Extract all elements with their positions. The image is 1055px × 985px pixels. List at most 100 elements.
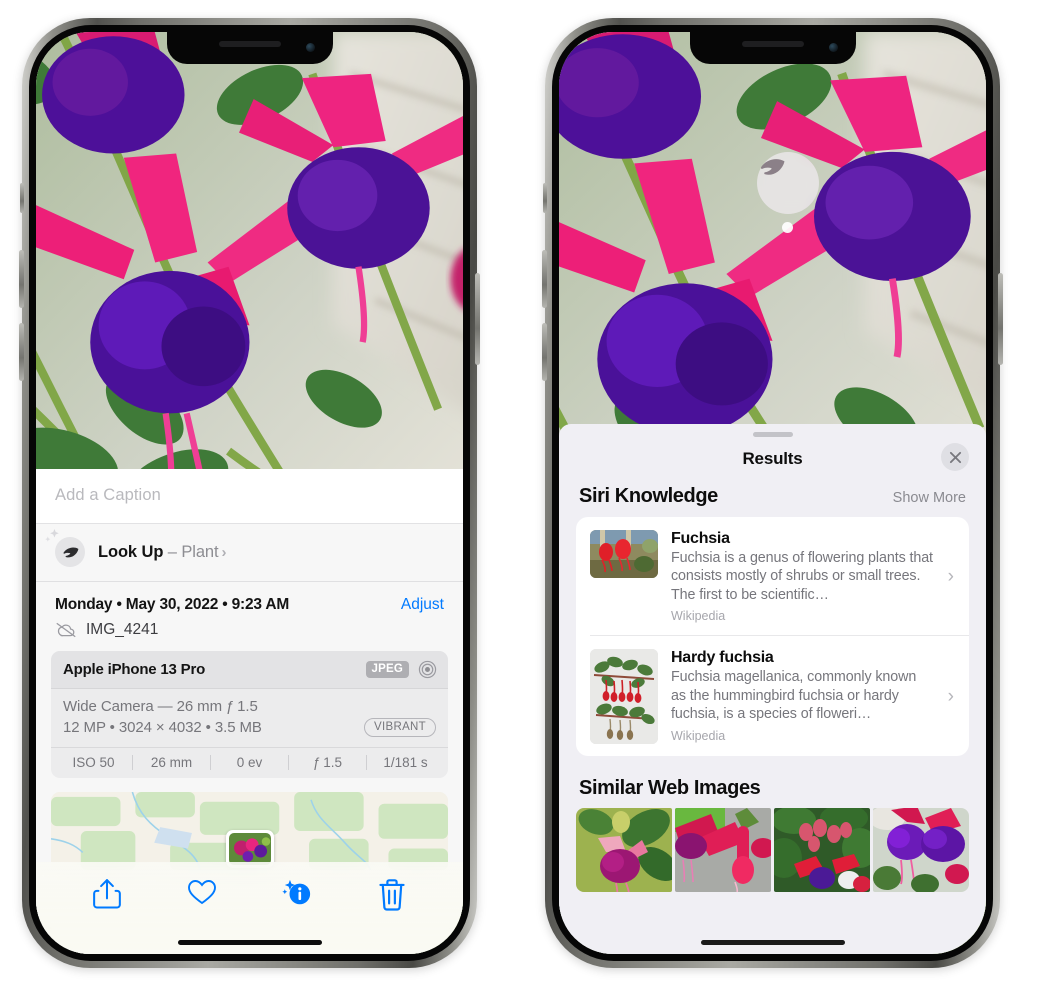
delete-button[interactable] [377,878,407,911]
share-button[interactable] [92,878,122,910]
silent-switch[interactable] [543,183,547,213]
volume-down-button[interactable] [542,323,547,381]
look-up-subject: Plant [181,542,219,561]
cloud-slash-icon [56,622,76,638]
pin-photo [228,833,271,865]
knowledge-thumbnail [590,530,658,578]
fuchsia-thumb-photo [590,530,658,578]
web-thumb-photo [576,808,672,893]
chevron-right-icon: › [221,543,227,561]
info-sparkle-icon [282,879,310,905]
notch [166,32,333,64]
lens-description: Wide Camera — 26 mm ƒ 1.5 [63,698,258,715]
right-screen: Results Siri Knowledge Show More Fuchsia… [559,32,986,954]
volume-down-button[interactable] [19,323,24,381]
favorite-button[interactable] [187,878,217,910]
chevron-right-icon: › [947,685,954,707]
vibrant-badge: VIBRANT [364,718,436,737]
similar-web-images-strip[interactable] [559,808,986,893]
right-phone: Results Siri Knowledge Show More Fuchsia… [542,18,1003,968]
location-map[interactable] [51,792,448,870]
siri-knowledge-header: Siri Knowledge Show More [559,485,986,517]
camera-info-card: Apple iPhone 13 Pro JPEG Wide Camera — 2… [51,651,448,778]
leaf-icon [62,547,78,557]
web-image-thumb[interactable] [675,808,771,893]
similar-web-images-header: Similar Web Images [559,756,986,808]
knowledge-item-hardy-fuchsia[interactable]: Hardy fuchsia Fuchsia magellanica, commo… [590,635,969,756]
trash-icon [378,879,405,911]
home-indicator[interactable] [700,940,845,945]
visual-look-up-anchor-dot [782,222,793,233]
power-button[interactable] [998,273,1003,365]
knowledge-description: Fuchsia magellanica, commonly known as t… [671,669,917,723]
results-sheet: Results Siri Knowledge Show More Fuchsia… [559,424,986,954]
volume-up-button[interactable] [542,250,547,308]
camera-lens-icon [418,660,437,679]
look-up-title: Look Up [98,542,164,561]
knowledge-source: Wikipedia [671,609,726,624]
front-camera [305,43,315,52]
camera-specs-row: 12 MP • 3024 × 4032 • 3.5 MB VIBRANT [63,718,436,737]
web-thumb-photo [873,808,969,893]
close-icon [949,451,961,463]
close-button[interactable] [941,443,969,471]
similar-web-images-heading: Similar Web Images [579,777,761,800]
notch [689,32,856,64]
knowledge-description: Fuchsia is a genus of flowering plants t… [671,550,933,603]
caption-input[interactable]: Add a Caption [55,486,444,505]
exif-row: ISO 50 26 mm 0 ev ƒ 1.5 1/181 s [51,747,448,778]
web-image-thumb[interactable] [774,808,870,893]
front-camera [828,43,838,52]
results-title: Results [742,449,803,468]
knowledge-item-fuchsia[interactable]: Fuchsia Fuchsia is a genus of flowering … [576,517,969,635]
show-more-button[interactable]: Show More [893,490,966,506]
web-image-thumb[interactable] [873,808,969,893]
camera-model: Apple iPhone 13 Pro [63,661,206,678]
power-button[interactable] [475,273,480,365]
metadata-row: Monday • May 30, 2022 • 9:23 AM Adjust [36,582,463,618]
map-pin-thumb [228,833,271,865]
caption-field-row[interactable]: Add a Caption [36,469,463,524]
results-header: Results [559,437,986,485]
knowledge-title: Hardy fuchsia [671,649,774,667]
exif-aperture: ƒ 1.5 [288,755,366,770]
web-thumb-photo [774,808,870,893]
hardy-fuchsia-thumb-photo [590,649,658,745]
exif-ev: 0 ev [210,755,288,770]
file-row: IMG_4241 [36,618,463,651]
volume-up-button[interactable] [19,250,24,308]
web-image-thumb[interactable] [576,808,672,893]
file-name: IMG_4241 [86,621,159,638]
adjust-button[interactable]: Adjust [401,596,444,614]
info-button[interactable] [282,878,312,910]
left-screen: Add a Caption Look Up – Plant › Monday •… [36,32,463,954]
leaf-icon [760,159,785,175]
earpiece-speaker [741,41,804,47]
silent-switch[interactable] [20,183,24,213]
knowledge-body: Fuchsia Fuchsia is a genus of flowering … [671,530,935,623]
photo-date: Monday • May 30, 2022 • 9:23 AM [55,596,290,613]
look-up-dash: – [163,542,182,561]
look-up-label: Look Up – Plant › [98,543,226,562]
knowledge-body: Hardy fuchsia Fuchsia magellanica, commo… [671,649,935,742]
image-specs: 12 MP • 3024 × 4032 • 3.5 MB [63,719,262,736]
look-up-row[interactable]: Look Up – Plant › [36,524,463,582]
home-indicator[interactable] [177,940,322,945]
knowledge-thumbnail [590,649,658,745]
heart-icon [188,880,217,905]
camera-card-header: Apple iPhone 13 Pro JPEG [51,651,448,689]
leaf-badge [45,528,85,567]
share-icon [93,879,122,909]
knowledge-source: Wikipedia [671,728,726,743]
camera-badges: JPEG [365,660,437,679]
web-thumb-photo [675,808,771,893]
earpiece-speaker [218,41,281,47]
exif-shutter: 1/181 s [366,755,444,770]
knowledge-title: Fuchsia [671,530,730,547]
camera-card-body: Wide Camera — 26 mm ƒ 1.5 12 MP • 3024 ×… [51,689,448,747]
format-badge: JPEG [365,661,409,678]
visual-look-up-badge[interactable] [757,152,819,214]
exif-iso: ISO 50 [72,755,115,770]
sparkle-icon [45,528,59,542]
siri-knowledge-heading: Siri Knowledge [579,485,718,507]
